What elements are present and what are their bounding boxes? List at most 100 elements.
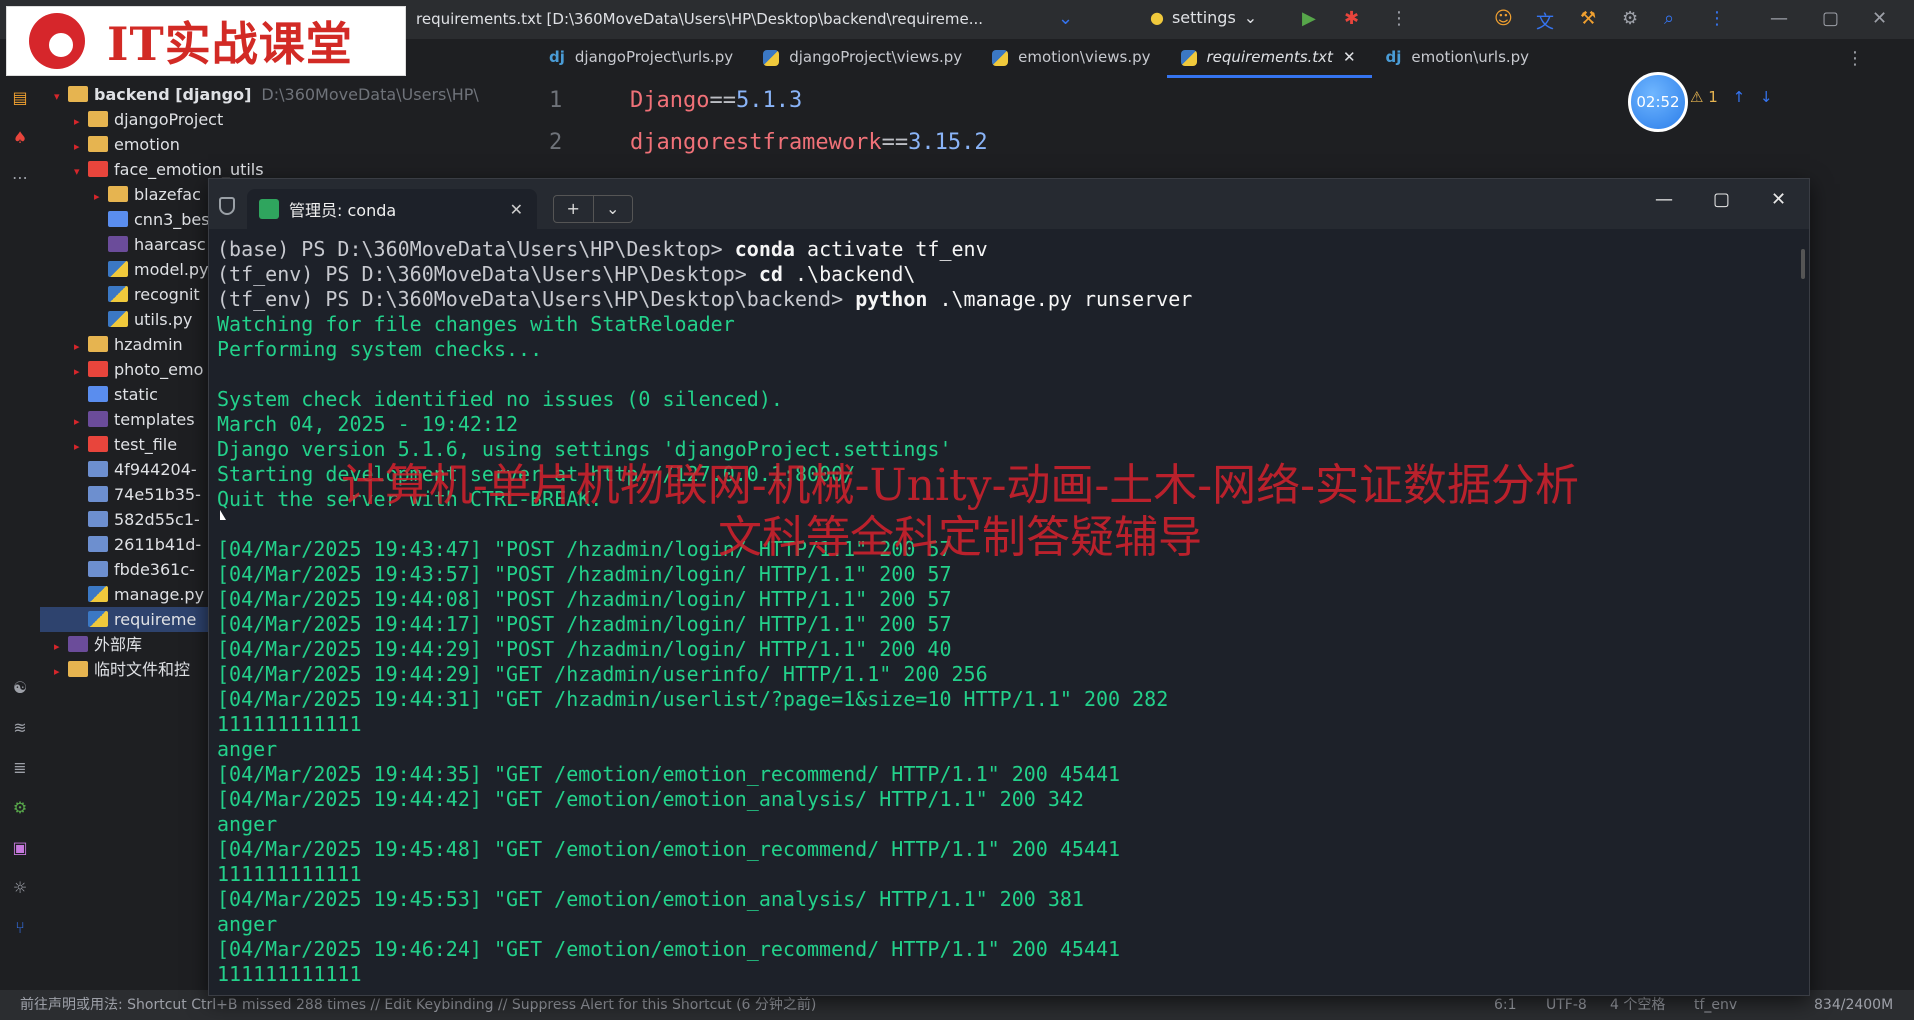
- folder-icon: [88, 111, 108, 127]
- expanded-arrow-icon[interactable]: ▾: [74, 159, 88, 184]
- more-tools-icon[interactable]: ⋯: [0, 158, 40, 198]
- python-icon: [992, 50, 1009, 66]
- python-console-icon[interactable]: ☯: [0, 668, 40, 708]
- terminal-text: [04/Mar/2025 19:44:29] "GET /hzadmin/use…: [217, 662, 988, 686]
- package-version: 3.15.2: [908, 130, 988, 155]
- editor-tab-label: djangoProject\urls.py: [574, 48, 734, 66]
- collapsed-arrow-icon[interactable]: ▸: [74, 434, 88, 459]
- layers-icon[interactable]: ≣: [0, 748, 40, 788]
- terminal-output[interactable]: (base) PS D:\360MoveData\Users\HP\Deskto…: [217, 237, 1797, 989]
- project-tool-icon[interactable]: ▤: [0, 78, 40, 118]
- arrow-up-icon[interactable]: ↑: [1733, 88, 1746, 106]
- terminal-args: .\manage.py runserver: [927, 287, 1193, 311]
- tool-window-strip: ▤ ♠ ⋯ ☯ ≋ ≣ ⚙ ▣ ☼ ⑂: [0, 78, 40, 978]
- translate-icon[interactable]: 文: [1536, 8, 1554, 34]
- collapsed-arrow-icon[interactable]: ▸: [54, 659, 68, 684]
- problems-icon[interactable]: ☼: [0, 868, 40, 908]
- tree-item-path: D:\360MoveData\Users\HP\: [261, 85, 479, 104]
- chevron-down-icon[interactable]: ⌄: [592, 196, 633, 222]
- structure-tool-icon[interactable]: ♠: [0, 118, 40, 158]
- editor-tab[interactable]: emotion\views.py: [978, 44, 1166, 78]
- collapsed-arrow-icon[interactable]: ▸: [94, 184, 108, 209]
- editor-tab-label: requirements.txt: [1206, 48, 1333, 66]
- collapsed-arrow-icon[interactable]: ▸: [74, 359, 88, 384]
- terminal-line: Watching for file changes with StatReloa…: [217, 312, 1797, 337]
- tree-item-label: manage.py: [114, 585, 205, 604]
- project-path[interactable]: requirements.txt [D:\360MoveData\Users\H…: [416, 10, 1056, 28]
- tabs-menu-icon[interactable]: ⋮: [1846, 48, 1864, 69]
- minimize-icon[interactable]: —: [1770, 8, 1788, 29]
- collapsed-arrow-icon[interactable]: ▸: [54, 634, 68, 659]
- timer-badge[interactable]: 02:52: [1628, 72, 1688, 132]
- collapsed-arrow-icon[interactable]: ▸: [74, 334, 88, 359]
- terminal-line: [04/Mar/2025 19:45:48] "GET /emotion/emo…: [217, 837, 1797, 862]
- editor-tab[interactable]: requirements.txt ✕: [1166, 44, 1372, 78]
- settings-icon[interactable]: ⋮: [1708, 8, 1726, 29]
- memory-indicator[interactable]: 834/2400M: [1814, 990, 1893, 1020]
- maximize-icon[interactable]: ▢: [1822, 8, 1839, 29]
- collapsed-arrow-icon[interactable]: ▸: [74, 409, 88, 434]
- tree-item[interactable]: ▾ backend [django] D:\360MoveData\Users\HP…: [40, 82, 530, 107]
- expanded-arrow-icon[interactable]: ▾: [54, 84, 68, 109]
- folder-icon: [88, 361, 108, 377]
- editor-tab[interactable]: dj djangoProject\urls.py: [535, 44, 749, 78]
- users-icon[interactable]: ☺: [1494, 8, 1513, 29]
- terminal-line: Quit the server with CTRL-BREAK.: [217, 487, 1797, 512]
- code-line[interactable]: Django==5.1.3: [630, 88, 802, 113]
- line-number: 1: [549, 88, 563, 113]
- collapsed-arrow-icon[interactable]: ▸: [74, 134, 88, 159]
- tree-item-label: test_file: [114, 435, 178, 454]
- tools-icon[interactable]: ⚒: [1580, 8, 1596, 29]
- tree-item[interactable]: ▸ emotion: [40, 132, 530, 157]
- close-icon[interactable]: ✕: [1872, 8, 1887, 29]
- terminal-line: anger: [217, 912, 1797, 937]
- tree-item-label: photo_emo: [114, 360, 204, 379]
- terminal-window: 管理员: conda ✕ + ⌄ — ▢ ✕ (base) PS D:\360M…: [208, 178, 1810, 996]
- search-icon[interactable]: ⌕: [1664, 8, 1674, 29]
- debug-icon[interactable]: ✱: [1344, 8, 1359, 29]
- terminal-line: System check identified no issues (0 sil…: [217, 387, 1797, 412]
- plus-icon[interactable]: +: [554, 196, 593, 222]
- warning-number: 1: [1708, 88, 1718, 106]
- tree-item-label: face_emotion_utils: [114, 160, 264, 179]
- terminal-tab[interactable]: 管理员: conda ✕: [247, 189, 537, 229]
- xml-icon: [108, 236, 128, 252]
- tree-item-label: templates: [114, 410, 195, 429]
- python-icon: [108, 261, 128, 277]
- chevron-down-icon: ⌄: [1243, 8, 1258, 27]
- new-tab-group: + ⌄: [553, 195, 633, 223]
- tree-item-label: backend [django]: [94, 85, 252, 104]
- code-line[interactable]: djangorestframework==3.15.2: [630, 130, 988, 155]
- editor-tab[interactable]: dj emotion\urls.py: [1372, 44, 1546, 78]
- close-icon[interactable]: ✕: [510, 200, 523, 219]
- warning-count[interactable]: ⚠ 1 ↑ ↓: [1690, 88, 1773, 106]
- run-config-selector[interactable]: ● settings ⌄: [1150, 8, 1257, 27]
- terminal-text: [04/Mar/2025 19:44:42] "GET /emotion/emo…: [217, 787, 1084, 811]
- close-icon[interactable]: ✕: [1343, 48, 1356, 66]
- git-icon[interactable]: ⑂: [0, 908, 40, 948]
- terminal-line: (tf_env) PS D:\360MoveData\Users\HP\Desk…: [217, 262, 1797, 287]
- terminal-icon[interactable]: ▣: [0, 828, 40, 868]
- services-icon[interactable]: ≋: [0, 708, 40, 748]
- terminal-scrollbar[interactable]: [1801, 249, 1805, 279]
- terminal-text: 111111111111: [217, 862, 362, 886]
- tree-item[interactable]: ▸ djangoProject: [40, 107, 530, 132]
- django-icon: dj: [1385, 48, 1402, 66]
- collapsed-arrow-icon[interactable]: ▸: [74, 109, 88, 134]
- mouse-cursor-icon: [220, 510, 226, 520]
- arrow-down-icon[interactable]: ↓: [1760, 88, 1773, 106]
- tree-item-label: blazefac: [134, 185, 201, 204]
- packages-icon[interactable]: ⚙: [0, 788, 40, 828]
- python-icon: [1180, 50, 1197, 66]
- minimize-icon[interactable]: —: [1655, 189, 1673, 210]
- chevron-down-icon[interactable]: ⌄: [1058, 8, 1073, 29]
- close-icon[interactable]: ✕: [1771, 189, 1786, 210]
- more-icon[interactable]: ⋮: [1390, 8, 1408, 29]
- run-icon[interactable]: ▶: [1302, 8, 1316, 29]
- ai-assistant-icon[interactable]: ⚙: [1622, 8, 1638, 29]
- python-icon: [108, 311, 128, 327]
- tree-item-label: 582d55c1-: [114, 510, 200, 529]
- maximize-icon[interactable]: ▢: [1713, 189, 1730, 210]
- editor-tab[interactable]: djangoProject\views.py: [749, 44, 978, 78]
- version-operator: ==: [881, 130, 909, 155]
